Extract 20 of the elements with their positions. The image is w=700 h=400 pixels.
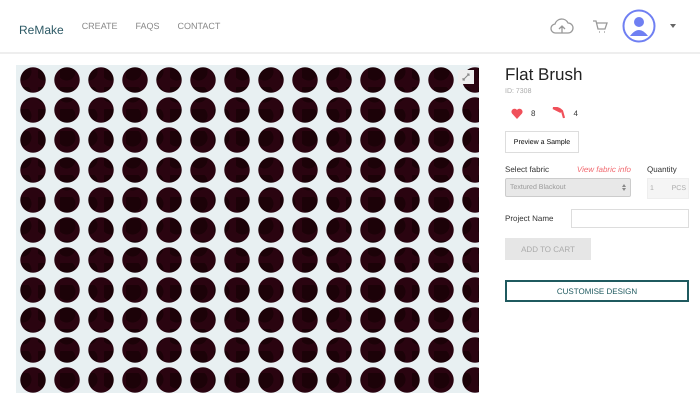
nav-link[interactable]: CONTACT [178, 21, 220, 31]
fabric-label: Select fabric [505, 165, 550, 174]
fabric-info-link[interactable]: View fabric info [576, 165, 631, 174]
cloud-upload-icon[interactable] [550, 18, 574, 34]
like-count: 8 [531, 108, 536, 118]
customise-design-button[interactable]: CUSTOMISE DESIGN [505, 280, 689, 302]
expand-icon[interactable] [458, 70, 474, 84]
remake-count: 4 [573, 108, 578, 118]
caret-icon[interactable] [670, 24, 676, 28]
project-name-field[interactable] [571, 209, 689, 228]
cart-icon[interactable] [592, 18, 608, 34]
updown-arrows-icon [622, 184, 626, 191]
quantity-label: Quantity [647, 165, 678, 174]
nav-link[interactable]: FAQS [136, 21, 160, 31]
logo[interactable]: ReMake [19, 23, 64, 37]
avatar-icon[interactable] [622, 9, 656, 43]
heart-icon[interactable] [511, 108, 523, 118]
nav-link[interactable]: CREATE [82, 21, 118, 31]
project-name-label: Project Name [505, 214, 554, 223]
product-title: Flat Brush [505, 65, 584, 85]
